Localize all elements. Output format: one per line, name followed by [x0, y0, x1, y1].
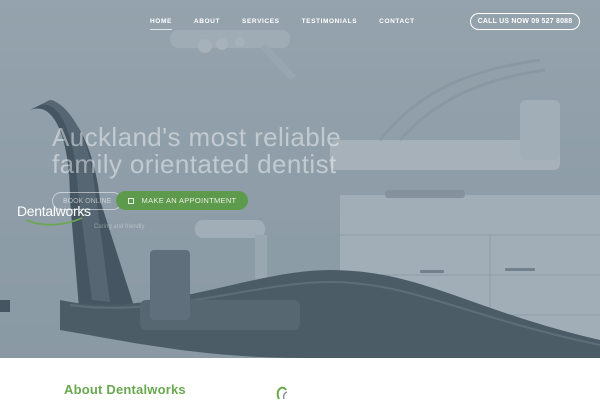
- nav-item-about[interactable]: ABOUT: [194, 18, 220, 25]
- hero-headline-line-1: Auckland's most reliable: [52, 122, 342, 152]
- nav-item-testimonials[interactable]: TESTIMONIALS: [302, 18, 358, 25]
- nav-item-services[interactable]: SERVICES: [242, 18, 280, 25]
- main-nav: HOME ABOUT SERVICES TESTIMONIALS CONTACT: [150, 18, 437, 30]
- hero-tagline: Caring and friendly: [94, 224, 145, 230]
- make-appointment-button[interactable]: MAKE AN APPOINTMENT: [116, 191, 248, 210]
- call-us-button[interactable]: CALL US NOW 09 527 8088: [470, 13, 580, 30]
- hero-section: HOME ABOUT SERVICES TESTIMONIALS CONTACT…: [0, 0, 600, 358]
- about-heading: About Dentalworks: [64, 382, 186, 397]
- hero-overlay: [0, 0, 600, 358]
- make-appointment-label: MAKE AN APPOINTMENT: [141, 196, 237, 205]
- nav-item-contact[interactable]: CONTACT: [379, 18, 415, 25]
- calendar-icon: [127, 197, 134, 204]
- logo-swoosh-icon: [25, 217, 83, 226]
- tooth-icon: [276, 386, 288, 400]
- hero-headline: Auckland's most reliable family orientat…: [52, 124, 341, 178]
- nav-item-home[interactable]: HOME: [150, 18, 172, 30]
- hero-headline-line-2: family orientated dentist: [52, 149, 337, 179]
